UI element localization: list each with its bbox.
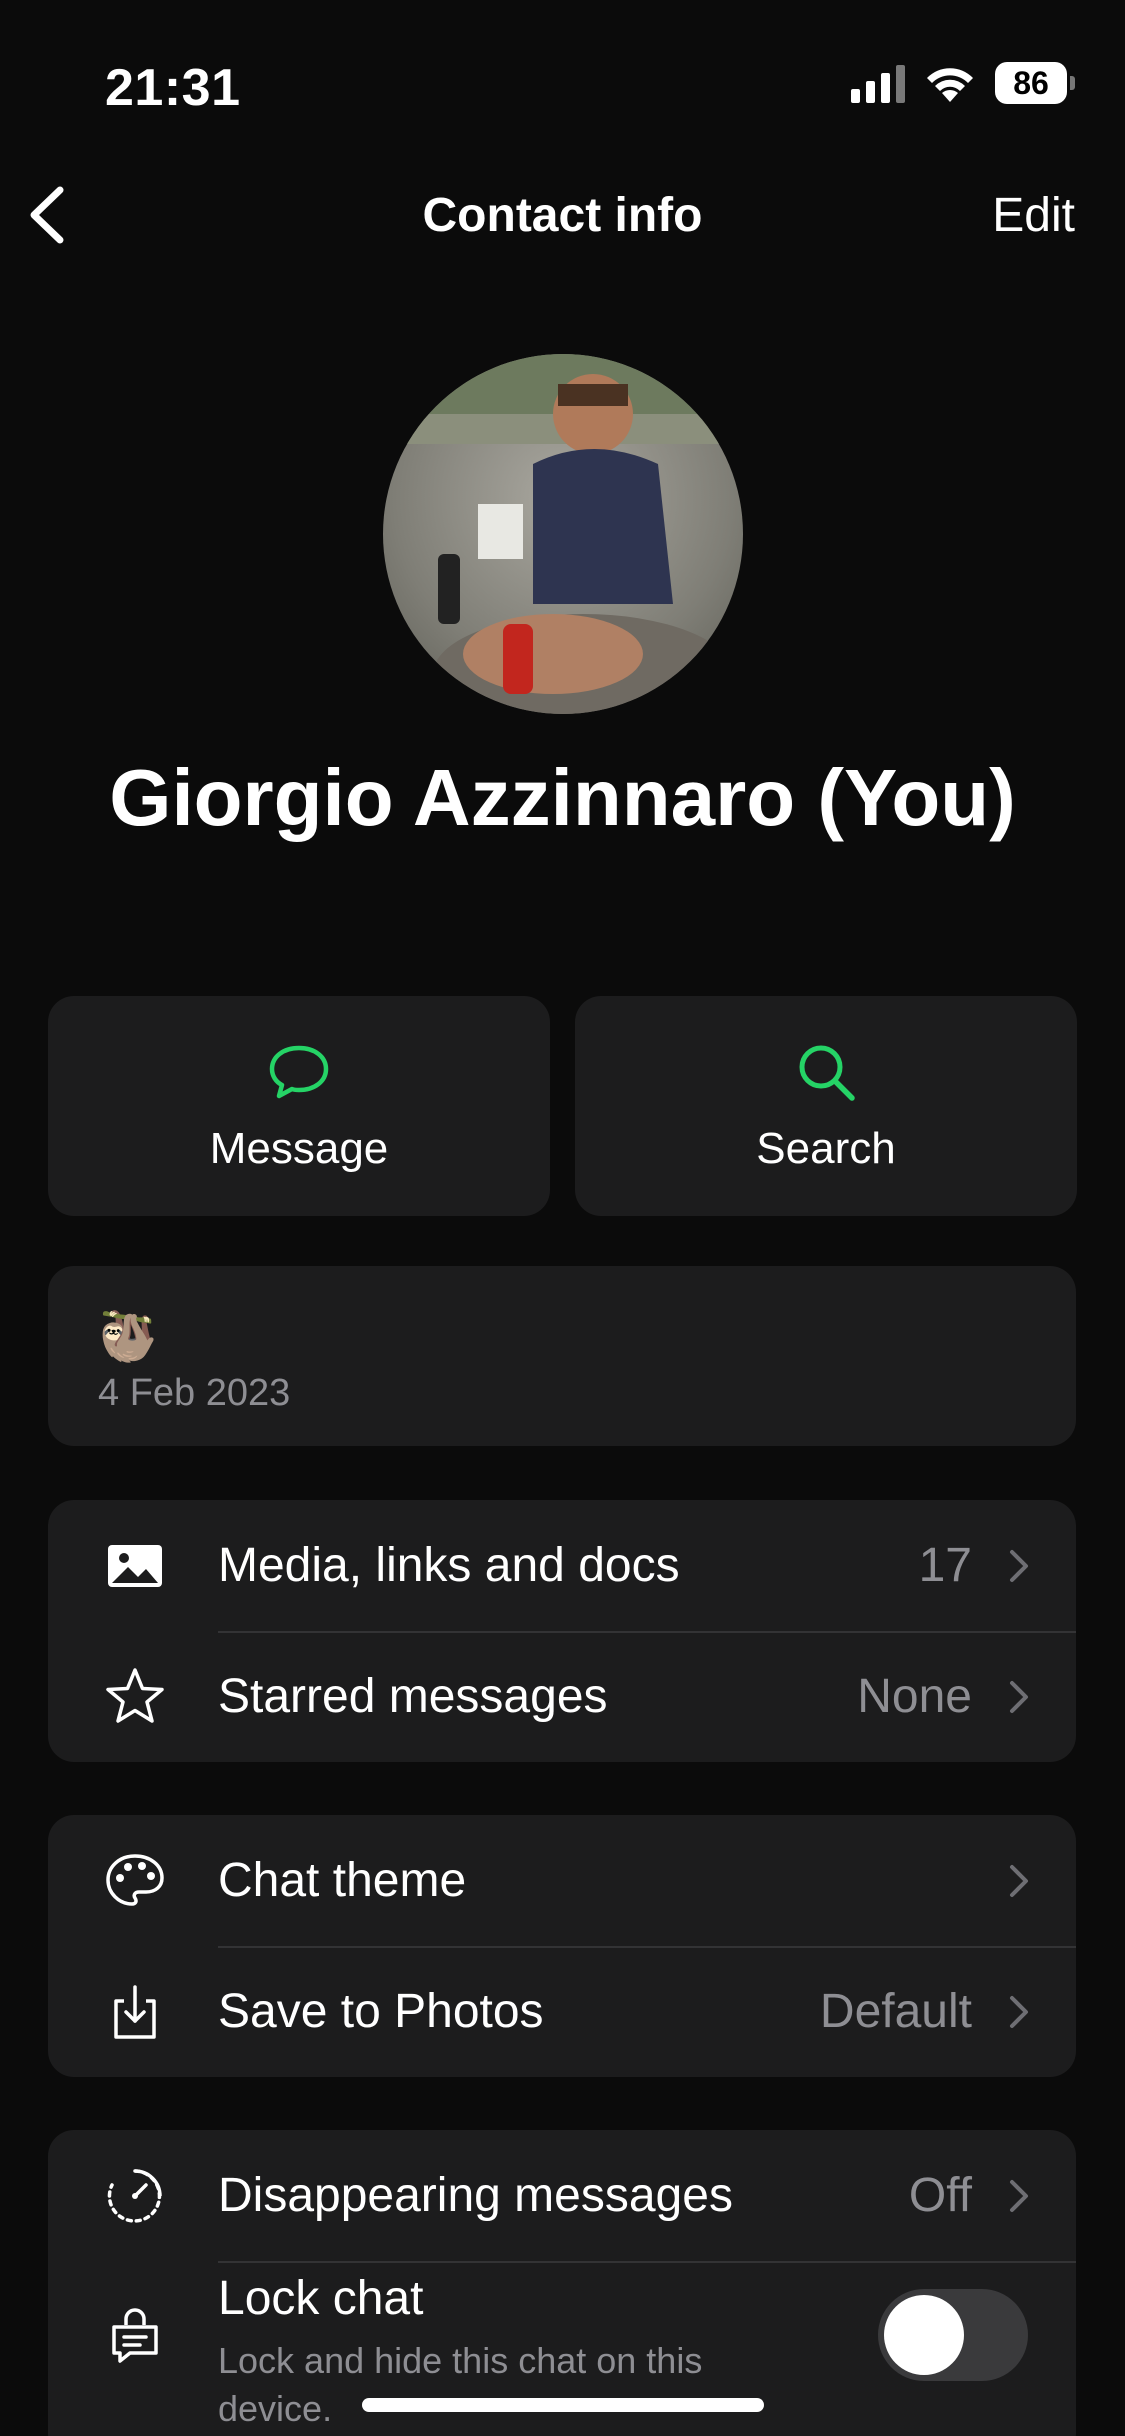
edit-button[interactable]: Edit xyxy=(992,188,1075,243)
row-divider xyxy=(218,1946,1076,1948)
privacy-group: Disappearing messages Off Lock chat Lock… xyxy=(48,2130,1076,2436)
lock-chat-toggle[interactable] xyxy=(878,2289,1028,2381)
profile-name: Giorgio Azzinnaro (You) xyxy=(109,753,1016,842)
starred-messages-value: None xyxy=(857,1670,972,1723)
toggle-knob xyxy=(884,2295,964,2375)
home-indicator[interactable] xyxy=(362,2398,764,2412)
search-icon xyxy=(799,1045,855,1101)
search-button-label: Search xyxy=(756,1124,896,1173)
page-title: Contact info xyxy=(422,189,703,242)
chevron-right-icon xyxy=(1010,1995,1028,2028)
save-to-photos-value: Default xyxy=(819,1985,972,2038)
chevron-right-icon xyxy=(1010,1549,1028,1582)
save-to-photos-label: Save to Photos xyxy=(218,1985,544,2038)
theme-group: Chat theme Save to Photos Default xyxy=(48,1815,1076,2077)
wifi-icon xyxy=(927,68,973,102)
starred-messages-row[interactable]: Starred messages None xyxy=(48,1631,1076,1762)
download-icon xyxy=(100,1977,170,2047)
chevron-right-icon xyxy=(1010,2179,1028,2212)
about-status-emoji: 🦥 xyxy=(98,1311,158,1364)
row-divider xyxy=(218,2261,1076,2263)
photo-icon xyxy=(100,1531,170,1601)
chevron-right-icon xyxy=(1010,1864,1028,1897)
disappearing-messages-value: Off xyxy=(908,2169,972,2222)
media-group: Media, links and docs 17 Starred message… xyxy=(48,1500,1076,1762)
contact-info-screen: 21:31 86 Contact info Edit Giorgio Azzin… xyxy=(0,0,1125,2436)
palette-icon xyxy=(100,1846,170,1916)
disappearing-messages-row[interactable]: Disappearing messages Off xyxy=(48,2130,1076,2261)
star-icon xyxy=(100,1662,170,1732)
chat-theme-label: Chat theme xyxy=(218,1854,467,1907)
cellular-signal-icon xyxy=(851,63,905,103)
lock-chat-row: Lock chat Lock and hide this chat on thi… xyxy=(48,2261,1076,2429)
status-time: 21:31 xyxy=(105,59,241,117)
chat-bubble-icon xyxy=(269,1045,329,1099)
battery-icon: 86 xyxy=(995,62,1075,104)
media-count: 17 xyxy=(918,1539,972,1592)
chat-theme-row[interactable]: Chat theme xyxy=(48,1815,1076,1946)
avatar[interactable] xyxy=(383,354,743,714)
row-divider xyxy=(218,1631,1076,1633)
disappearing-messages-label: Disappearing messages xyxy=(218,2169,733,2222)
lock-chat-description: Lock and hide this chat on this device. xyxy=(218,2340,703,2429)
avatar-photo xyxy=(383,354,743,714)
save-to-photos-row[interactable]: Save to Photos Default xyxy=(48,1946,1076,2077)
message-button[interactable]: Message xyxy=(48,996,550,1216)
lock-chat-label: Lock chat xyxy=(218,2272,424,2325)
about-date: 4 Feb 2023 xyxy=(98,1372,291,1414)
search-button[interactable]: Search xyxy=(575,996,1077,1216)
media-links-docs-label: Media, links and docs xyxy=(218,1539,680,1592)
chevron-right-icon xyxy=(1010,1680,1028,1713)
status-icons: 86 xyxy=(851,62,1075,104)
starred-messages-label: Starred messages xyxy=(218,1670,608,1723)
lock-chat-icon xyxy=(100,2301,170,2371)
message-button-label: Message xyxy=(209,1124,389,1173)
about-card[interactable]: 🦥 4 Feb 2023 xyxy=(48,1266,1076,1446)
media-links-docs-row[interactable]: Media, links and docs 17 xyxy=(48,1500,1076,1631)
timer-icon xyxy=(100,2161,170,2231)
